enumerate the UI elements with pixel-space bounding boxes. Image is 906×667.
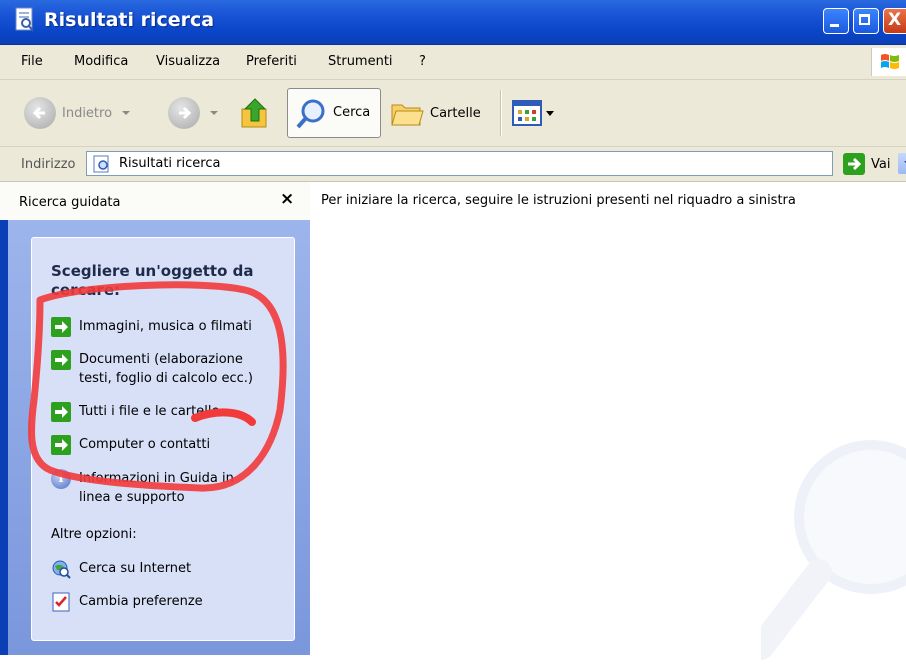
instructions-message: Per iniziare la ricerca, seguire le istr…: [321, 193, 796, 208]
results-pane: Per iniziare la ricerca, seguire le istr…: [310, 182, 906, 660]
forward-dropdown-icon[interactable]: [210, 111, 218, 115]
help-info-icon: i: [51, 469, 71, 489]
menu-help[interactable]: ?: [419, 54, 426, 69]
views-dropdown-icon[interactable]: [546, 110, 554, 116]
windows-flag-icon: [881, 54, 899, 69]
close-pane-icon[interactable]: ×: [280, 189, 294, 209]
back-button[interactable]: Indietro: [24, 80, 131, 146]
pane-edge: [0, 220, 8, 655]
menu-modifica[interactable]: Modifica: [74, 54, 128, 69]
globe-search-icon: [52, 560, 71, 579]
option-images-music-video[interactable]: Immagini, musica o filmati: [51, 317, 252, 337]
menu-file[interactable]: File: [21, 54, 43, 69]
menu-bar: File Modifica Visualizza Preferiti Strum…: [0, 45, 906, 80]
go-arrow-icon: [848, 157, 862, 171]
minimize-button[interactable]: [823, 8, 849, 34]
option-documents[interactable]: Documenti (elaborazione testi, foglio di…: [51, 350, 281, 388]
folders-label: Cartelle: [430, 105, 481, 121]
pane-title: Ricerca guidata: [19, 195, 121, 210]
option-label: Documenti (elaborazione testi, foglio di…: [79, 352, 253, 386]
views-icon: [512, 100, 542, 126]
search-button[interactable]: Cerca: [287, 88, 381, 138]
up-folder-icon: [241, 98, 267, 128]
search-results-window-icon: [15, 7, 34, 32]
option-all-files-folders[interactable]: Tutti i file e le cartelle: [51, 402, 219, 422]
option-label: Tutti i file e le cartelle: [79, 404, 220, 419]
folders-icon: [391, 104, 424, 126]
search-prompt-heading: Scegliere un'oggetto da cercare:: [51, 262, 254, 299]
option-label: Computer o contatti: [79, 437, 211, 452]
go-button[interactable]: [843, 153, 865, 175]
address-value: Risultati ricerca: [119, 156, 221, 171]
title-bar: Risultati ricerca: [0, 0, 906, 45]
views-button[interactable]: [512, 80, 554, 146]
option-help-support[interactable]: i Informazioni in Guida in linea e suppo…: [51, 469, 281, 507]
toolbar: Indietro Cerca Cartelle: [0, 80, 906, 147]
option-label: Informazioni in Guida in linea e support…: [79, 471, 234, 505]
green-arrow-icon: [51, 350, 71, 370]
search-results-icon: [93, 155, 109, 173]
window-title: Risultati ricerca: [44, 9, 215, 31]
windows-logo: [871, 48, 906, 76]
maximize-button[interactable]: [853, 8, 879, 34]
toolbar-separator: [500, 90, 502, 136]
pane-header: Ricerca guidata ×: [0, 182, 310, 220]
back-dropdown-icon[interactable]: [122, 111, 131, 115]
option-search-internet[interactable]: Cerca su Internet: [51, 559, 191, 579]
up-folder-button[interactable]: [239, 80, 271, 146]
address-bar: Indirizzo Risultati ricerca Vai: [0, 147, 906, 182]
menu-preferiti[interactable]: Preferiti: [246, 54, 297, 69]
option-label: Cerca su Internet: [79, 561, 192, 576]
address-label: Indirizzo: [21, 157, 76, 172]
green-arrow-icon: [51, 317, 71, 337]
back-arrow-icon: [24, 97, 56, 129]
green-arrow-icon: [51, 435, 71, 455]
address-dropdown-button[interactable]: [898, 153, 906, 174]
magnifier-icon: [296, 99, 325, 129]
preferences-checklist-icon: [52, 592, 70, 612]
forward-arrow-icon: [168, 97, 200, 129]
back-label: Indietro: [62, 105, 113, 121]
address-input[interactable]: Risultati ricerca: [86, 151, 906, 176]
search-options-panel: Scegliere un'oggetto da cercare: Immagin…: [31, 237, 295, 641]
option-label: Cambia preferenze: [79, 594, 203, 609]
menu-visualizza[interactable]: Visualizza: [156, 54, 220, 69]
option-change-preferences[interactable]: Cambia preferenze: [51, 592, 203, 612]
option-label: Immagini, musica o filmati: [79, 319, 252, 334]
more-options-heading: Altre opzioni:: [51, 527, 137, 542]
go-label[interactable]: Vai: [871, 157, 890, 172]
menu-strumenti[interactable]: Strumenti: [328, 54, 393, 69]
option-computers-contacts[interactable]: Computer o contatti: [51, 435, 210, 455]
watermark-magnifier-icon: [761, 440, 906, 660]
green-arrow-icon: [51, 402, 71, 422]
forward-button[interactable]: [168, 80, 218, 146]
folders-button[interactable]: Cartelle: [390, 80, 481, 146]
search-button-label: Cerca: [333, 105, 371, 120]
close-window-button[interactable]: [883, 8, 906, 34]
